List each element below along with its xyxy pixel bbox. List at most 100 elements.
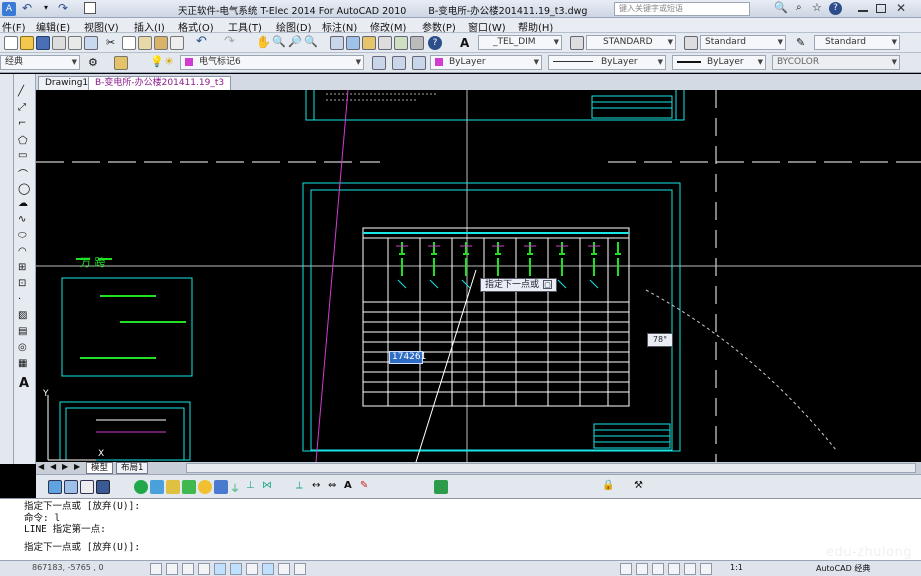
workspace-settings-icon[interactable]: ⚙ [88,56,102,70]
maximize-button[interactable] [876,4,886,13]
telec-save-icon[interactable] [96,480,110,494]
menu-window[interactable]: 窗口(W) [468,19,506,34]
grid-toggle[interactable] [166,563,178,575]
polyline-icon[interactable]: ⌐ [18,118,26,129]
rectangle-icon[interactable]: ▭ [18,150,27,161]
command-window[interactable]: 指定下一点或 [放弃(U)]: 命令: l LINE 指定第一点: 指定下一点或… [0,498,921,560]
text-style-select[interactable]: STANDARD ▼ [586,35,676,50]
model-space-button[interactable] [620,563,632,575]
lineweight-select[interactable]: ByLayer ▼ [672,55,766,70]
block-editor-icon[interactable] [170,36,184,50]
menu-file[interactable]: 件(F) [2,19,26,34]
pan-status-button[interactable] [652,563,664,575]
telec-wire-icon[interactable] [166,480,180,494]
telec-bus-icon[interactable]: ⊥ [246,480,260,494]
zoom-realtime-icon[interactable]: 🔍 [272,35,286,49]
help-search-input[interactable]: 键入关键字或短语 [614,2,750,16]
telec-dim-icon[interactable]: ⟂ [296,480,310,494]
showmotion-button[interactable] [700,563,712,575]
snap-toggle[interactable] [150,563,162,575]
ellipse-arc-icon[interactable]: ◠ [18,246,27,257]
tab-drawing1[interactable]: Drawing1 [38,76,96,90]
insert-block-icon[interactable]: ⊞ [18,262,26,273]
table-style-icon[interactable] [684,36,698,50]
steering-wheel-button[interactable] [684,563,696,575]
telec-arrow-icon[interactable]: ↔ [312,480,326,494]
tab-model[interactable]: 模型 [86,462,114,474]
markup-icon[interactable] [394,36,408,50]
qat-redo-icon[interactable]: ↷ [58,1,68,15]
plotstyle-select[interactable]: BYCOLOR ▼ [772,55,900,70]
layer-properties-icon[interactable] [114,56,128,70]
cut-icon[interactable]: ✂ [106,36,120,50]
linetype-select[interactable]: ByLayer ▼ [548,55,666,70]
paste-icon[interactable] [138,36,152,50]
telec-circle-icon[interactable] [134,480,148,494]
undo-icon[interactable]: ↶ [196,34,210,49]
table-style-select[interactable]: Standard ▼ [700,35,786,50]
telec-ground-icon[interactable]: ⏚ [230,480,244,495]
plot-preview-icon[interactable] [68,36,82,50]
otrack-toggle[interactable] [230,563,242,575]
region-icon[interactable]: ◎ [18,342,27,353]
telec-pen-icon[interactable]: ✎ [360,480,374,494]
tab-nav-next-icon[interactable]: ▶ [62,462,68,471]
tool-palettes-icon[interactable] [362,36,376,50]
dynamic-length-input[interactable]: 174261 [389,351,426,364]
layer-freeze-icon[interactable]: ☀ [164,55,178,69]
polygon-icon[interactable]: ⬠ [18,134,28,147]
menu-insert[interactable]: 插入(I) [134,19,165,34]
color-select[interactable]: ByLayer ▼ [430,55,542,70]
construction-line-icon[interactable]: ⤢ [18,102,26,113]
zoom-previous-icon[interactable]: 🔍 [304,35,318,49]
search-icon[interactable]: 🔍 [774,1,788,14]
command-prompt[interactable]: 指定下一点或 [放弃(U)]: [24,542,897,554]
telec-table-icon[interactable] [434,480,448,494]
ortho-toggle[interactable] [182,563,194,575]
menu-view[interactable]: 视图(V) [84,19,119,34]
lwt-toggle[interactable] [278,563,290,575]
tab-current-drawing[interactable]: B-变电所-办公楼201411.19_t3 [88,76,232,90]
telec-arrows-icon[interactable]: ⇔ [328,480,342,494]
telec-panel-icon[interactable] [150,480,164,494]
close-button[interactable]: ✕ [896,1,906,15]
arc-icon[interactable]: ⌒ [18,166,28,181]
minimize-button[interactable] [858,10,868,12]
menu-dimension[interactable]: 标注(N) [322,19,357,34]
telec-text-icon[interactable]: A [344,480,358,494]
make-current-icon[interactable] [372,56,386,70]
layer-select[interactable]: 电气标记6 ▼ [180,55,364,70]
qp-toggle[interactable] [294,563,306,575]
osnap-toggle[interactable] [214,563,226,575]
qat-undo-icon[interactable]: ↶ [22,1,32,15]
dim-style-select[interactable]: _TEL_DIM ▼ [478,35,562,50]
sheet-set-icon[interactable] [378,36,392,50]
layout-button[interactable] [636,563,648,575]
new-icon[interactable] [4,36,18,50]
annotation-scale[interactable]: 1:1 [730,563,743,572]
binoculars-icon[interactable]: ⌕ [796,2,802,13]
menu-help[interactable]: 帮助(H) [518,19,553,34]
options-down-icon[interactable]: ▢ [543,280,553,289]
multileader-style-icon[interactable]: ✎ [796,36,810,50]
match-properties-icon[interactable] [154,36,168,50]
menu-edit[interactable]: 编辑(E) [36,19,70,34]
zoom-status-button[interactable] [668,563,680,575]
save-icon[interactable] [36,36,50,50]
favorites-star-icon[interactable]: ☆ [812,1,822,14]
redo-icon[interactable]: ↷ [224,34,238,49]
tab-nav-prev-icon[interactable]: ◀ [50,462,56,471]
dim-style-icon[interactable] [570,36,584,50]
telec-tools-icon[interactable]: ⚒ [634,480,648,494]
qat-plot-icon[interactable] [84,2,96,14]
open-icon[interactable] [20,36,34,50]
telec-lock-icon[interactable]: 🔒 [602,480,616,494]
plot-icon[interactable] [52,36,66,50]
ellipse-icon[interactable]: ⬭ [18,230,27,241]
tab-nav-last-icon[interactable]: ▶ [74,462,80,471]
line-icon[interactable]: ╱ [18,86,24,97]
quickcalc-icon[interactable] [410,36,424,50]
text-style-icon[interactable]: A [460,36,474,50]
multiline-text-icon[interactable]: A [19,376,29,391]
drawing-canvas[interactable]: 万 跨 Y X 指定下一点或 ▢ 174261 78° [36,90,921,462]
